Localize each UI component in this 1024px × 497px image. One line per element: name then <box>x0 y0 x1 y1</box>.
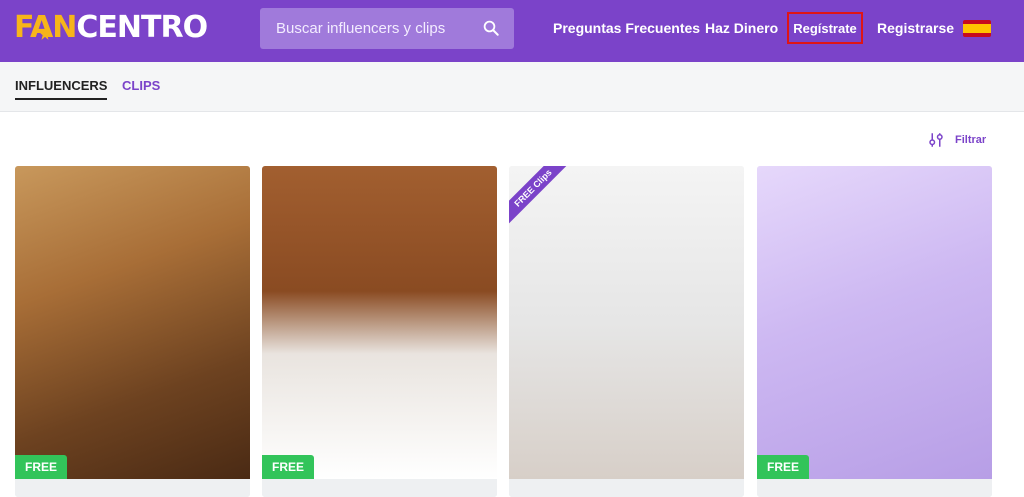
free-badge: FREE <box>757 455 810 479</box>
flag-stripe-bottom <box>963 33 991 37</box>
flag-stripe-middle <box>963 24 991 33</box>
nav-earn-money-link[interactable]: Haz Dinero <box>705 0 778 56</box>
nav-register-highlighted-link[interactable]: Regístrate <box>787 12 863 44</box>
spain-flag-icon[interactable] <box>963 20 991 37</box>
fancentro-logo[interactable]: FAN CENTRO <box>14 9 208 45</box>
search-box[interactable] <box>260 8 514 49</box>
logo-star-icon <box>39 28 51 40</box>
influencer-photo[interactable] <box>15 166 250 479</box>
nav-faq-link[interactable]: Preguntas Frecuentes <box>553 0 700 56</box>
tab-influencers[interactable]: INFLUENCERS <box>15 78 108 100</box>
influencer-name-strip <box>262 479 497 497</box>
nav-register-link[interactable]: Registrarse <box>877 0 954 56</box>
search-icon[interactable] <box>482 19 500 37</box>
influencer-photo[interactable] <box>757 166 992 479</box>
free-badge: FREE <box>15 455 68 479</box>
influencer-photo[interactable] <box>262 166 497 479</box>
influencer-card[interactable]: FREE <box>15 166 250 497</box>
content-tabs-bar: INFLUENCERS CLIPS <box>0 62 1024 112</box>
filter-button[interactable]: Filtrar <box>927 131 986 149</box>
free-badge: FREE <box>262 455 315 479</box>
influencer-card[interactable]: FREE <box>262 166 497 497</box>
influencer-card[interactable]: FREE <box>757 166 992 497</box>
influencer-name-strip <box>509 479 744 497</box>
influencer-card[interactable]: FREE Clips <box>509 166 744 497</box>
top-navigation-bar: FAN CENTRO Preguntas Frecuentes Haz Dine… <box>0 0 1024 62</box>
filter-label: Filtrar <box>955 134 987 146</box>
influencer-name-strip <box>757 479 992 497</box>
influencer-name-strip <box>15 479 250 497</box>
logo-centro-text: CENTRO <box>76 9 208 45</box>
influencer-photo[interactable] <box>509 166 744 479</box>
tab-clips[interactable]: CLIPS <box>122 78 160 93</box>
search-input[interactable] <box>260 8 480 49</box>
sliders-icon <box>929 133 943 147</box>
